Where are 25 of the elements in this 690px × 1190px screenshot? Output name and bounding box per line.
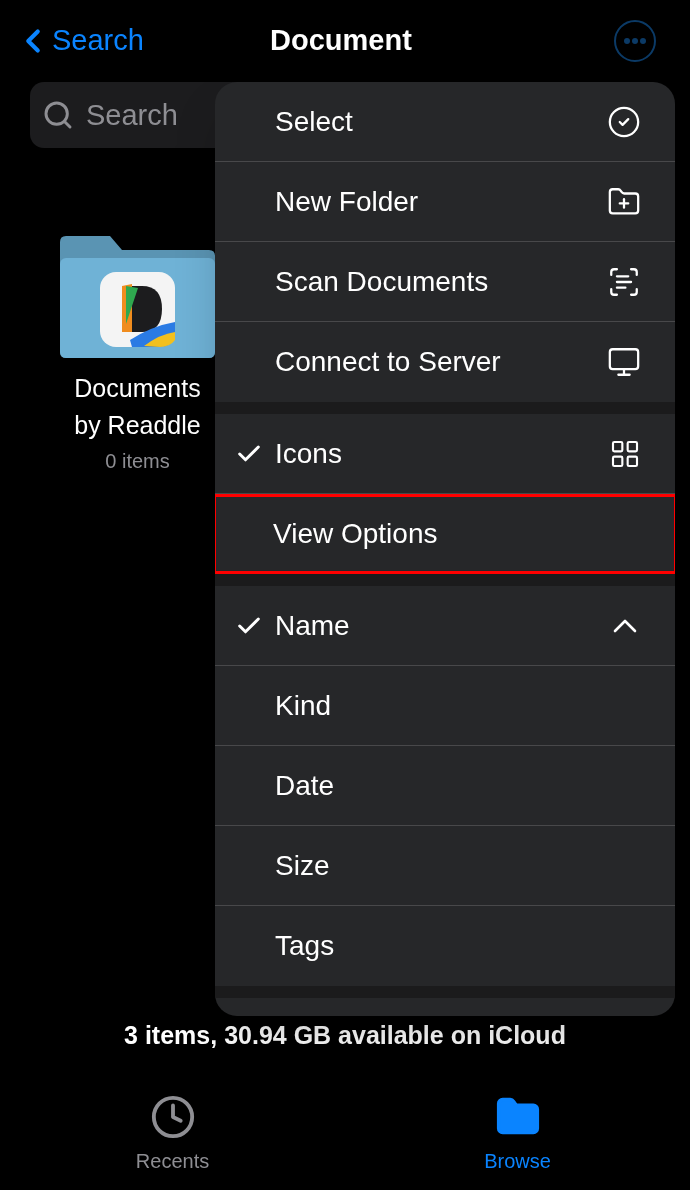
- ellipsis-icon: [624, 38, 646, 44]
- chevron-up-icon: [613, 618, 637, 633]
- search-icon: [42, 99, 74, 131]
- storage-status: 3 items, 30.94 GB available on iCloud: [123, 1019, 567, 1051]
- menu-item[interactable]: Tags: [215, 906, 675, 986]
- menu-item[interactable]: Scan Documents: [215, 242, 675, 322]
- clock-icon: [149, 1094, 196, 1140]
- menu-item[interactable]: Name: [215, 586, 675, 666]
- menu-item[interactable]: Select: [215, 82, 675, 162]
- menu-item[interactable]: Icons: [215, 414, 675, 494]
- window-title: Document: [270, 23, 412, 59]
- item-count: 0 items: [105, 449, 170, 474]
- monitor-icon: [607, 345, 641, 379]
- check-circle-icon: [607, 104, 641, 139]
- menu-item[interactable]: Kind: [215, 666, 675, 746]
- more-button[interactable]: [614, 20, 656, 62]
- menu-item[interactable]: New Folder: [215, 162, 675, 242]
- menu-item[interactable]: Date: [215, 746, 675, 826]
- tab-bar-item[interactable]: Recents: [0, 1094, 345, 1190]
- menu-item[interactable]: Connect to Server: [215, 322, 675, 402]
- tab-bar-item[interactable]: Browse: [345, 1094, 690, 1190]
- menu-item[interactable]: Size: [215, 826, 675, 906]
- folder-name: Documents by Readdle: [73, 373, 202, 441]
- menu-item[interactable]: View Options: [215, 494, 675, 574]
- back-button[interactable]: Search: [14, 19, 144, 63]
